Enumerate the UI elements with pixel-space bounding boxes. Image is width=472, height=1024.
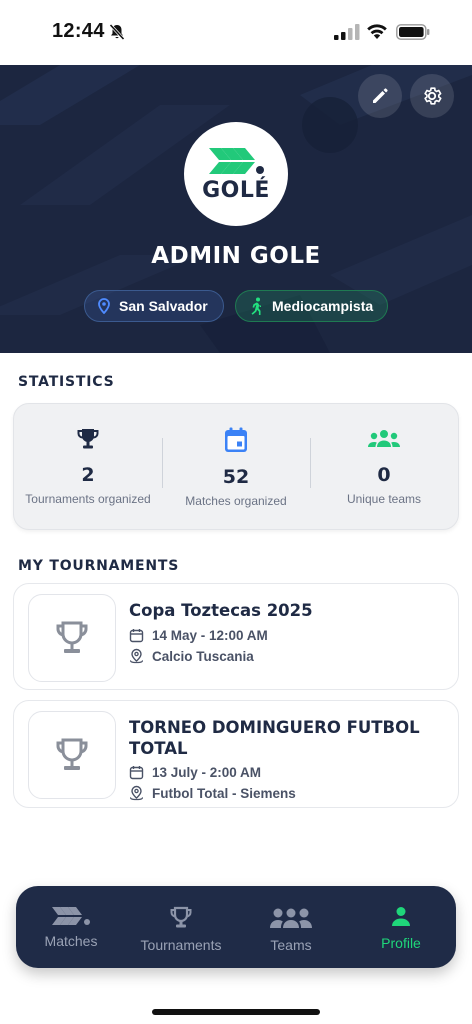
pencil-icon bbox=[373, 88, 388, 103]
tournament-date: 13 July - 2:00 AM bbox=[152, 765, 262, 780]
nav-label-matches: Matches bbox=[44, 933, 98, 949]
tournament-date-row: 14 May - 12:00 AM bbox=[129, 628, 268, 643]
tournament-card[interactable]: Copa Toztecas 2025 14 May - 12:00 AM Cal… bbox=[13, 583, 459, 690]
trophy-icon bbox=[77, 429, 99, 449]
gole-logo-icon bbox=[52, 907, 90, 925]
profile-name: ADMIN GOLE bbox=[151, 243, 321, 269]
club-logo: GOLÉ bbox=[184, 122, 288, 226]
settings-button[interactable] bbox=[410, 74, 454, 118]
tournament-venue-row: Futbol Total - Siemens bbox=[129, 785, 296, 801]
stat-teams-value: 0 bbox=[377, 464, 391, 486]
calendar-icon bbox=[225, 427, 247, 452]
location-chip: San Salvador bbox=[84, 290, 224, 322]
calendar-outline-icon bbox=[129, 629, 144, 643]
stat-tournaments: 2 Tournaments organized bbox=[14, 404, 162, 529]
trophy-icon bbox=[170, 906, 192, 928]
battery-icon bbox=[396, 24, 430, 40]
cellular-signal-icon bbox=[334, 24, 360, 40]
home-indicator[interactable] bbox=[152, 1009, 320, 1015]
tournament-name: Copa Toztecas 2025 bbox=[129, 601, 313, 620]
tournament-thumbnail bbox=[28, 594, 116, 682]
nav-label-tournaments: Tournaments bbox=[140, 937, 222, 953]
stat-matches: 52 Matches organized bbox=[162, 404, 310, 529]
tournament-venue-row: Calcio Tuscania bbox=[129, 648, 254, 664]
tournament-date-row: 13 July - 2:00 AM bbox=[129, 765, 261, 780]
gear-icon bbox=[424, 87, 442, 105]
stat-tournaments-value: 2 bbox=[81, 464, 95, 486]
nav-item-matches[interactable]: Matches bbox=[16, 886, 126, 968]
nav-item-tournaments[interactable]: Tournaments bbox=[126, 886, 236, 968]
stat-matches-label: Matches organized bbox=[185, 494, 287, 508]
trophy-outline-icon bbox=[56, 738, 88, 770]
position-chip: Mediocampista bbox=[235, 290, 388, 322]
bottom-nav: Matches Tournaments Teams Profile bbox=[16, 886, 456, 968]
tournament-card[interactable]: TORNEO DOMINGUERO FUTBOL TOTAL 13 July -… bbox=[13, 700, 459, 808]
logo-text: GOLÉ bbox=[202, 177, 270, 203]
statistics-title: STATISTICS bbox=[18, 374, 115, 390]
map-pin-icon bbox=[130, 785, 143, 801]
edit-profile-button[interactable] bbox=[358, 74, 402, 118]
tournament-date: 14 May - 12:00 AM bbox=[152, 628, 268, 643]
wifi-icon bbox=[367, 24, 387, 39]
tournament-venue: Futbol Total - Siemens bbox=[152, 785, 296, 801]
nav-item-profile[interactable]: Profile bbox=[346, 886, 456, 968]
nav-label-teams: Teams bbox=[270, 937, 312, 953]
status-time: 12:44 bbox=[52, 20, 105, 42]
nav-item-teams[interactable]: Teams bbox=[236, 886, 346, 968]
person-icon bbox=[392, 907, 410, 926]
position-label: Mediocampista bbox=[272, 298, 374, 314]
tournament-thumbnail bbox=[28, 711, 116, 799]
trophy-outline-icon bbox=[56, 621, 88, 653]
bell-muted-icon bbox=[109, 23, 125, 41]
group-icon bbox=[368, 430, 400, 447]
map-pin-icon bbox=[130, 648, 143, 664]
statistics-card: 2 Tournaments organized 52 Matches organ… bbox=[13, 403, 459, 530]
calendar-outline-icon bbox=[129, 766, 144, 780]
my-tournaments-title: MY TOURNAMENTS bbox=[18, 558, 180, 574]
stat-teams-label: Unique teams bbox=[346, 492, 422, 506]
location-label: San Salvador bbox=[119, 298, 208, 314]
stat-tournaments-label: Tournaments organized bbox=[25, 492, 151, 506]
profile-header: GOLÉ ADMIN GOLE San Salvador Mediocampis… bbox=[0, 65, 472, 353]
stat-matches-value: 52 bbox=[222, 466, 250, 488]
nav-label-profile: Profile bbox=[381, 935, 421, 951]
status-bar: 12:44 bbox=[0, 0, 472, 64]
tournament-venue: Calcio Tuscania bbox=[152, 648, 254, 664]
stat-teams: 0 Unique teams bbox=[310, 404, 458, 529]
group-icon bbox=[270, 908, 312, 928]
location-pin-icon bbox=[98, 298, 110, 314]
tournament-name: TORNEO DOMINGUERO FUTBOL TOTAL bbox=[129, 718, 420, 758]
running-person-icon bbox=[251, 297, 261, 315]
gole-logo-icon bbox=[209, 147, 264, 174]
